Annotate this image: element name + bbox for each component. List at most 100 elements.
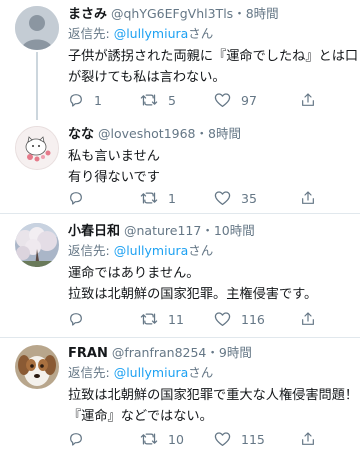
tweet-header: まさみ @qhYG6EFgVhl3Tls・8時間 — [68, 4, 352, 24]
user-handle[interactable]: @nature117 — [124, 223, 201, 238]
separator-dot: ・ — [195, 126, 209, 141]
timestamp[interactable]: 8時間 — [208, 126, 241, 141]
retweet-button[interactable]: 1 — [140, 188, 176, 208]
share-button[interactable] — [300, 429, 316, 449]
reply-icon — [70, 192, 82, 205]
thread-line — [36, 52, 38, 120]
avatar[interactable] — [15, 6, 59, 50]
share-icon — [302, 93, 314, 106]
share-button[interactable] — [300, 188, 316, 208]
reply-suffix: さん — [188, 243, 214, 258]
share-icon — [302, 312, 314, 325]
like-icon — [214, 432, 231, 447]
reply-to-line: 返信先: @lullymiuraさん — [68, 241, 352, 261]
like-button[interactable]: 116 — [214, 309, 265, 329]
user-handle[interactable]: @loveshot1968 — [98, 126, 196, 141]
share-icon — [302, 191, 314, 204]
timestamp[interactable]: 8時間 — [246, 6, 279, 21]
tweet-text: 運命ではありません。 拉致は北朝鮮の国家犯罪。主権侵害です。 — [68, 263, 352, 305]
tweet-text-line: 『運命』などではない。 — [68, 409, 213, 424]
like-count: 115 — [241, 431, 265, 447]
reply-mention-link[interactable]: @lullymiura — [114, 243, 189, 258]
share-button[interactable] — [300, 90, 316, 110]
dog-icon — [15, 345, 59, 389]
avatar[interactable] — [15, 223, 59, 267]
separator-dot: ・ — [233, 6, 246, 21]
tweet[interactable]: まさみ @qhYG6EFgVhl3Tls・8時間 返信先: @lullymiur… — [0, 0, 360, 120]
tweet[interactable]: なな @loveshot1968・8時間 私も言いません 有り得ないです 1 3… — [0, 120, 360, 210]
tweet-text: 私も言いません 有り得ないです — [68, 146, 352, 188]
tweet-actions: 11 116 — [68, 309, 348, 329]
reply-icon — [70, 433, 82, 446]
reply-mention-link[interactable]: @lullymiura — [114, 26, 189, 41]
reply-suffix: さん — [188, 26, 214, 41]
share-icon — [302, 432, 314, 445]
retweet-icon — [140, 192, 158, 204]
separator-dot: ・ — [201, 223, 214, 238]
divider — [0, 213, 360, 214]
like-icon — [214, 93, 231, 108]
retweet-button[interactable]: 11 — [140, 309, 184, 329]
reply-button[interactable] — [68, 188, 94, 208]
reply-count: 1 — [94, 92, 102, 108]
user-handle[interactable]: @franfran8254 — [112, 345, 207, 360]
retweet-count: 11 — [168, 311, 184, 327]
reply-icon — [70, 313, 82, 326]
tweet-text-line: 運命ではありません。 — [68, 266, 200, 281]
retweet-count: 1 — [168, 190, 176, 206]
tweet-text-line: が裂けても私は言わない。 — [68, 70, 226, 85]
reply-mention-link[interactable]: @lullymiura — [114, 365, 189, 380]
like-button[interactable]: 97 — [214, 90, 257, 110]
like-button[interactable]: 115 — [214, 429, 265, 449]
tweet-text: 拉致は北朝鮮の国家犯罪で重大な人権侵害問題！ 『運命』などではない。 — [68, 385, 359, 427]
default-avatar-icon — [15, 6, 59, 50]
timestamp[interactable]: 10時間 — [214, 223, 255, 238]
retweet-icon — [140, 94, 158, 106]
tweet-actions: 1 35 — [68, 188, 348, 208]
avatar[interactable] — [15, 345, 59, 389]
retweet-icon — [140, 313, 158, 325]
tweet-feed: まさみ @qhYG6EFgVhl3Tls・8時間 返信先: @lullymiur… — [0, 0, 360, 454]
cherry-blossom-icon — [15, 223, 59, 267]
tweet-header: 小春日和 @nature117・10時間 — [68, 221, 352, 241]
display-name[interactable]: なな — [68, 127, 94, 142]
retweet-button[interactable]: 10 — [140, 429, 184, 449]
reply-suffix: さん — [188, 365, 214, 380]
like-icon — [214, 312, 231, 327]
tweet-actions: 10 115 — [68, 429, 348, 449]
reply-to-line: 返信先: @lullymiuraさん — [68, 24, 352, 44]
tweet[interactable]: 小春日和 @nature117・10時間 返信先: @lullymiuraさん … — [0, 217, 360, 335]
retweet-icon — [140, 433, 158, 445]
reply-to-line: 返信先: @lullymiuraさん — [68, 363, 352, 383]
like-count: 35 — [241, 190, 257, 206]
reply-icon — [70, 94, 82, 107]
cat-illustration-icon — [16, 127, 58, 169]
separator-dot: ・ — [206, 345, 219, 360]
tweet[interactable]: FRAN @franfran8254・9時間 返信先: @lullymiuraさ… — [0, 341, 360, 454]
display-name[interactable]: まさみ — [68, 7, 107, 22]
display-name[interactable]: FRAN — [68, 346, 108, 361]
like-count: 116 — [241, 311, 265, 327]
like-icon — [214, 191, 231, 206]
tweet-text-line: 拉致は北朝鮮の国家犯罪。主権侵害です。 — [68, 287, 318, 302]
share-button[interactable] — [300, 309, 316, 329]
like-button[interactable]: 35 — [214, 188, 257, 208]
retweet-button[interactable]: 5 — [140, 90, 176, 110]
timestamp[interactable]: 9時間 — [219, 345, 252, 360]
user-handle[interactable]: @qhYG6EFgVhl3Tls — [111, 6, 233, 21]
avatar[interactable] — [15, 126, 59, 170]
tweet-text: 子供が誘拐された両親に『運命でしたね』とは口 が裂けても私は言わない。 — [68, 46, 359, 88]
display-name[interactable]: 小春日和 — [68, 224, 120, 239]
tweet-header: FRAN @franfran8254・9時間 — [68, 343, 352, 363]
reply-button[interactable] — [68, 309, 94, 329]
reply-button[interactable] — [68, 429, 94, 449]
tweet-text-line: 私も言いません — [68, 149, 160, 164]
tweet-actions: 1 5 97 — [68, 90, 348, 110]
tweet-text-line: 子供が誘拐された両親に『運命でしたね』とは口 — [68, 49, 359, 64]
reply-button[interactable]: 1 — [68, 90, 102, 110]
tweet-text-line: 拉致は北朝鮮の国家犯罪で重大な人権侵害問題！ — [68, 388, 359, 403]
tweet-text-line: 有り得ないです — [68, 170, 160, 185]
reply-prefix: 返信先: — [68, 243, 114, 258]
reply-prefix: 返信先: — [68, 365, 114, 380]
like-count: 97 — [241, 92, 257, 108]
